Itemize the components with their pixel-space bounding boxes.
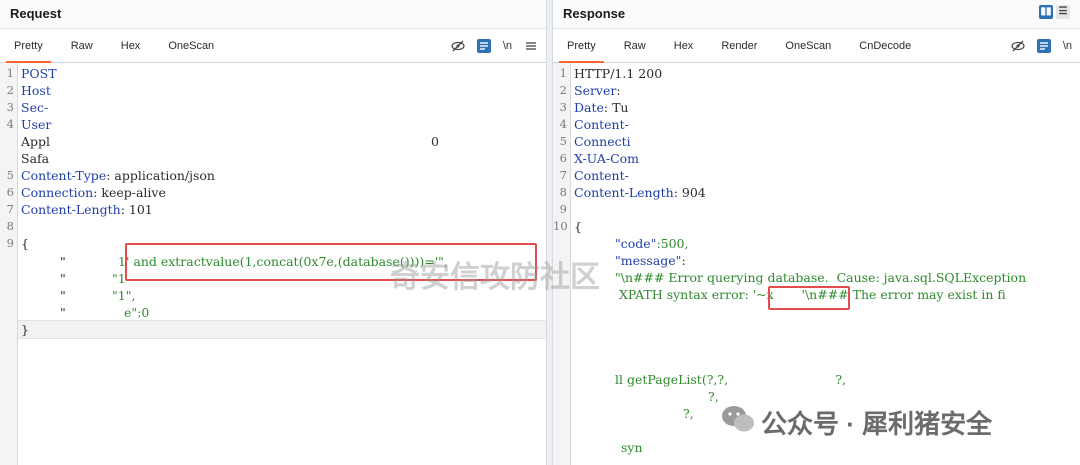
code-line: 1 POST xyxy=(6,66,57,81)
code-line: 1 HTTP/1.1 200 xyxy=(559,66,663,81)
code-line: 2 Server: xyxy=(559,83,621,98)
tab-raw[interactable]: Raw xyxy=(610,29,660,62)
code-line: 8 Content-Length: 904 xyxy=(559,185,706,200)
code-line: } xyxy=(21,322,29,337)
code-line: ll getPageList(?,?, ?, xyxy=(615,372,847,387)
tab-raw[interactable]: Raw xyxy=(57,29,107,62)
code-line: 4 Content- xyxy=(559,117,629,132)
code-line: 6 X-UA-Com xyxy=(559,151,640,166)
pane-divider[interactable] xyxy=(546,0,553,465)
code-line: 3 Date: Tu xyxy=(559,100,629,115)
request-tabs: Pretty Raw Hex OneScan \n xyxy=(0,29,546,63)
eye-slash-icon[interactable] xyxy=(1011,39,1025,53)
code-line: "code":500, xyxy=(615,236,689,251)
code-line: 10{ xyxy=(553,219,582,234)
tab-pretty[interactable]: Pretty xyxy=(553,29,610,63)
response-tabs: Pretty Raw Hex Render OneScan CnDecode \… xyxy=(553,29,1080,63)
code-line: "\n### Error querying database. Cause: j… xyxy=(615,270,1027,285)
code-line: 4 User xyxy=(6,117,52,132)
tab-hex[interactable]: Hex xyxy=(660,29,708,62)
wechat-watermark: 公众号 · 犀利猪安全 xyxy=(721,404,992,441)
code-line: syn xyxy=(621,440,643,455)
code-line: 5 Content-Type: application/json xyxy=(6,168,215,183)
code-line: Appl 0 xyxy=(21,134,439,149)
wrap-lines-icon[interactable] xyxy=(1036,38,1051,53)
code-line: 6 Connection: keep-alive xyxy=(6,185,166,200)
code-line: 3 Sec- xyxy=(6,100,49,115)
code-line: 9 xyxy=(559,202,567,216)
tab-hex[interactable]: Hex xyxy=(107,29,155,62)
menu-icon[interactable] xyxy=(524,39,538,53)
code-line: 2 Host xyxy=(6,83,51,98)
newline-toggle[interactable]: \n xyxy=(1063,39,1072,53)
code-line: " e":0 xyxy=(60,305,150,320)
newline-toggle[interactable]: \n xyxy=(503,39,512,53)
site-watermark: 奇安信攻防社区 xyxy=(390,261,600,294)
tab-pretty[interactable]: Pretty xyxy=(0,29,57,63)
layout-toggle: ▮▮ ☰ xyxy=(1039,5,1070,19)
code-line: ?, xyxy=(708,389,719,404)
wrap-lines-icon[interactable] xyxy=(476,38,491,53)
split-view-icon[interactable]: ▮▮ xyxy=(1039,5,1053,19)
code-line: Safa xyxy=(21,151,50,166)
code-line: 7 Content- xyxy=(559,168,629,183)
error-highlight-box xyxy=(768,286,850,310)
tab-cndecode[interactable]: CnDecode xyxy=(845,29,925,62)
code-line: 8 xyxy=(6,219,14,233)
tab-onescan[interactable]: OneScan xyxy=(771,29,845,62)
response-title: Response ▮▮ ☰ xyxy=(553,0,1080,29)
response-pane: Response ▮▮ ☰ Pretty Raw Hex Render OneS… xyxy=(553,0,1080,465)
request-title: Request xyxy=(0,0,546,29)
tab-render[interactable]: Render xyxy=(707,29,771,62)
code-line: "message": xyxy=(615,253,686,268)
stacked-view-icon[interactable]: ☰ xyxy=(1056,5,1070,19)
eye-slash-icon[interactable] xyxy=(451,39,465,53)
code-line: 5 Connecti xyxy=(559,134,631,149)
wechat-icon xyxy=(721,404,755,441)
tab-onescan[interactable]: OneScan xyxy=(154,29,228,62)
code-line: 7 Content-Length: 101 xyxy=(6,202,153,217)
request-pane: Request Pretty Raw Hex OneScan \n 1 POST … xyxy=(0,0,546,465)
